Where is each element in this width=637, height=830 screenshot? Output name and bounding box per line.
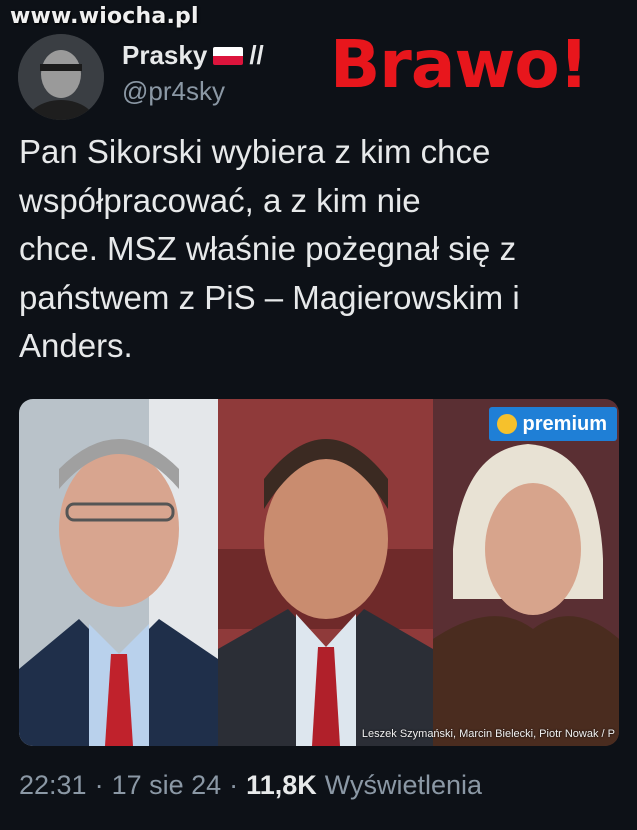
photo-credit: Leszek Szymański, Marcin Bielecki, Piotr… <box>361 728 615 740</box>
premium-badge-label: premium <box>522 412 607 435</box>
tweet-line: chce. MSZ właśnie pożegnał się z <box>19 230 517 267</box>
watermark: www.wiocha.pl <box>10 4 199 29</box>
premium-badge: premium <box>488 407 617 441</box>
tweet-line: Pan Sikorski wybiera z kim chce <box>19 133 491 170</box>
views-label: Wyświetlenia <box>324 770 483 800</box>
tweet-line: Anders. <box>19 327 133 364</box>
meta-separator: · <box>229 770 239 800</box>
media-photo-right <box>433 399 619 746</box>
overlay-caption: Brawo! <box>330 26 589 103</box>
avatar[interactable] <box>18 34 104 120</box>
tweet-line: państwem z PiS – Magierowskim i <box>19 278 520 316</box>
tweet-text: Pan Sikorski wybiera z kim chce współpra… <box>19 128 629 371</box>
premium-dot-icon <box>496 414 517 434</box>
avatar-image <box>18 34 104 120</box>
meta-separator: · <box>94 770 104 800</box>
tweet-media[interactable]: premium Leszek Szymański, Marcin Bieleck… <box>19 399 619 746</box>
author-handle[interactable]: @pr4sky <box>122 76 225 107</box>
tweet-time[interactable]: 22:31 <box>19 770 87 801</box>
tweet-date[interactable]: 17 sie 24 <box>112 770 222 801</box>
poland-flag-icon <box>213 46 244 65</box>
views-count: 11,8K <box>246 770 317 800</box>
media-photo-left <box>19 399 218 746</box>
tweet-meta: 22:31 · 17 sie 24 · 11,8K Wyświetlenia <box>19 770 482 801</box>
media-photo-center <box>218 399 433 746</box>
name-suffix: // <box>249 40 264 70</box>
author-display-name[interactable]: Prasky // <box>122 40 264 71</box>
tweet-line: współpracować, a z kim nie <box>19 181 421 219</box>
display-name-text: Prasky <box>122 40 208 70</box>
